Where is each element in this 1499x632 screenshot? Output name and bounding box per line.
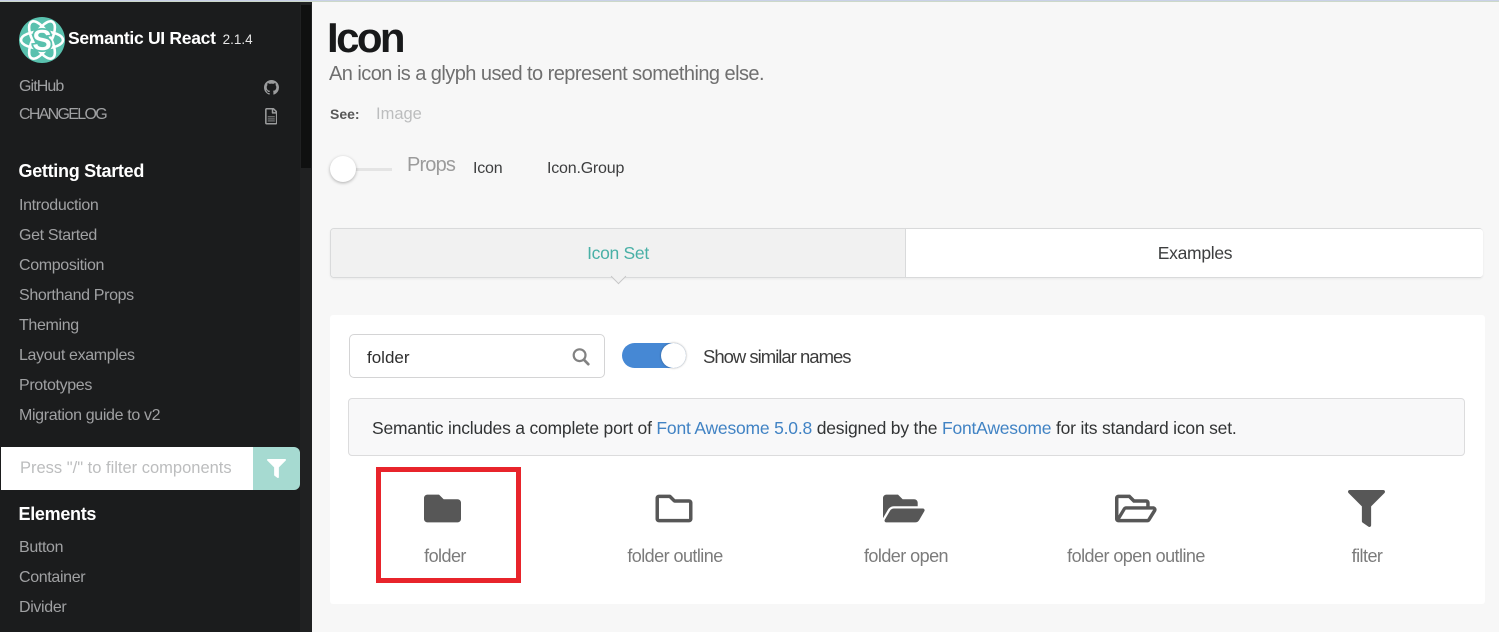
svg-text:S: S — [32, 25, 51, 57]
